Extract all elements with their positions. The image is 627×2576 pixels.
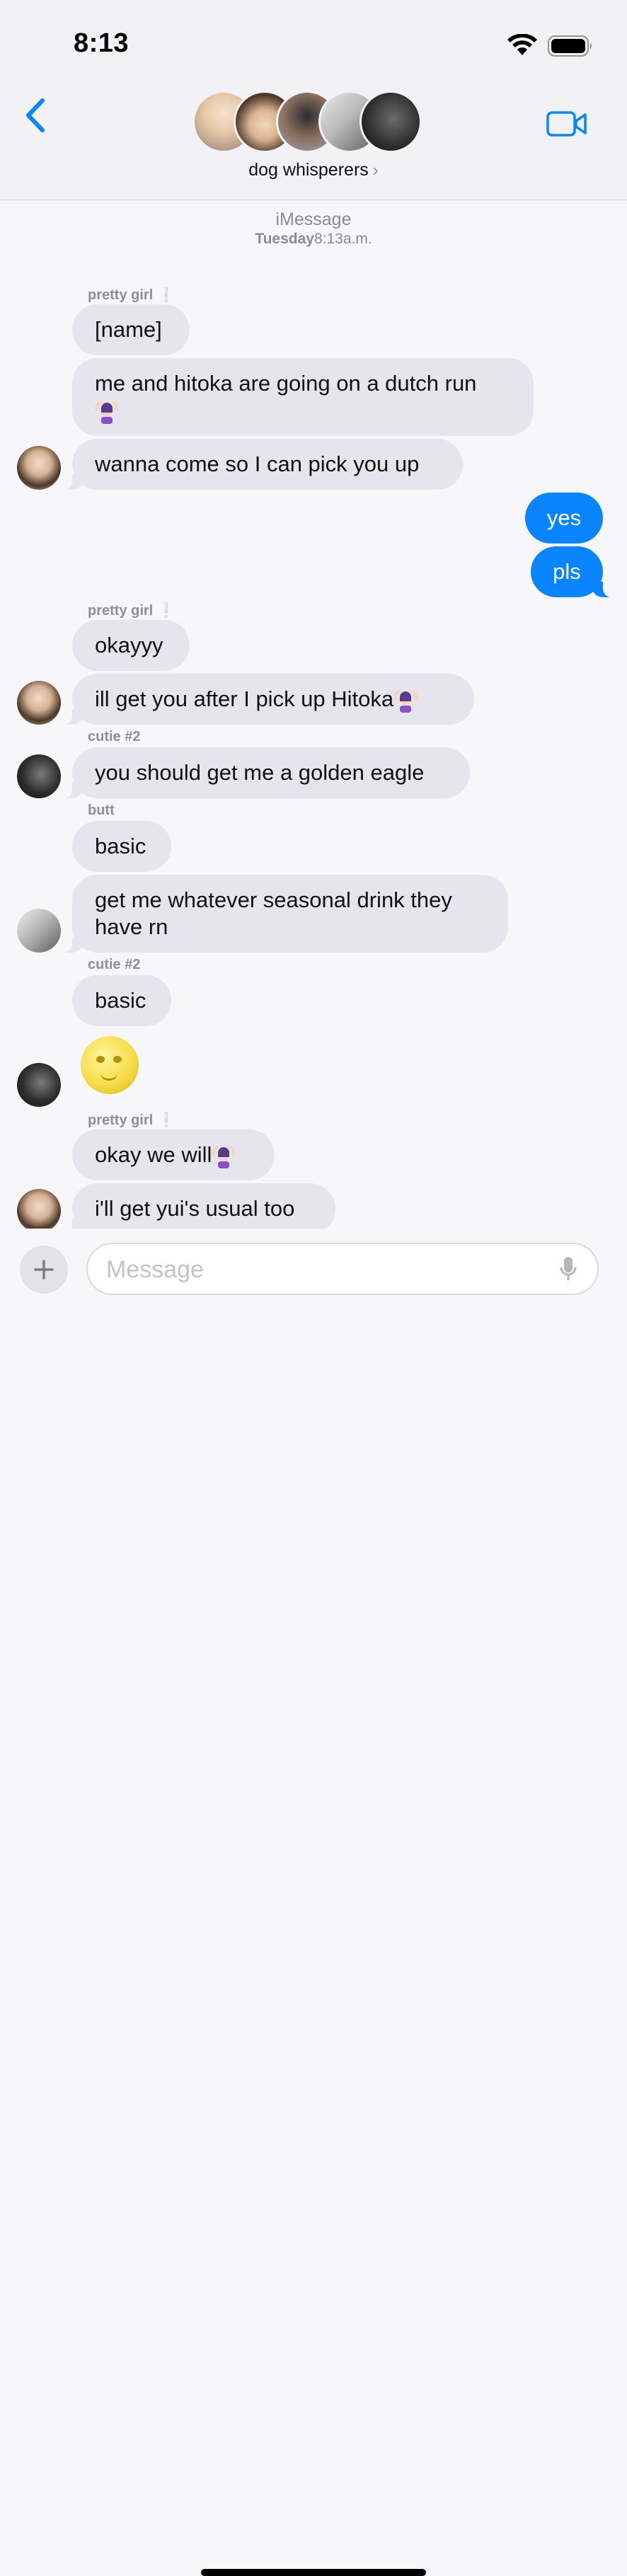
message-text: you should get me a golden eagle	[95, 760, 425, 785]
message-text: [name]	[95, 317, 162, 342]
group-avatars[interactable]	[192, 91, 433, 153]
woman-gesturing-ok-icon	[95, 401, 119, 424]
service-label: iMessage	[275, 209, 352, 229]
message-text: get me whatever seasonal drink they have…	[95, 887, 452, 939]
sender-name: cutie #2	[88, 729, 141, 744]
incoming-message[interactable]: basic	[72, 975, 171, 1026]
avatar[interactable]	[17, 1189, 61, 1233]
status-time: 8:13	[74, 28, 130, 58]
chevron-right-icon: ›	[372, 161, 379, 180]
message-text-content: okay we will	[95, 1142, 212, 1167]
message-text: yes	[546, 505, 582, 530]
video-camera-icon[interactable]	[546, 110, 587, 137]
message-text: basic	[95, 834, 146, 858]
incoming-message[interactable]: okay we will	[72, 1129, 275, 1180]
message-text-content: ill get you after I pick up Hitoka	[95, 686, 394, 711]
sender-name: pretty girl ❕	[88, 286, 175, 304]
incoming-message[interactable]: i'll get yui's usual too	[62, 1183, 335, 1234]
incoming-message[interactable]: okayyy	[72, 620, 190, 671]
incoming-message[interactable]: wanna come so I can pick you up	[62, 439, 463, 490]
full-moon-face-icon[interactable]	[81, 1036, 139, 1094]
message-text: me and hitoka are going on a dutch run	[95, 370, 476, 424]
sender-name: pretty girl ❕	[88, 1111, 175, 1129]
group-name-label: dog whisperers	[248, 160, 369, 180]
message-text: okay we will	[95, 1142, 236, 1168]
timestamp-day: Tuesday	[255, 231, 314, 247]
message-input[interactable]	[105, 1244, 532, 1295]
back-chevron-icon[interactable]	[21, 96, 50, 134]
message-text-content: me and hitoka are going on a dutch run	[95, 371, 477, 396]
sender-name: cutie #2	[88, 957, 141, 972]
message-text: wanna come so I can pick you up	[95, 452, 420, 476]
avatar[interactable]	[17, 754, 61, 798]
message-text: okayyy	[95, 633, 163, 657]
sender-name-text: pretty girl	[88, 1112, 154, 1128]
incoming-message[interactable]: basic	[72, 821, 171, 872]
avatar[interactable]	[17, 1063, 61, 1107]
timestamp-time: 8:13a.m.	[314, 231, 372, 247]
message-field[interactable]	[86, 1243, 599, 1295]
incoming-message[interactable]: get me whatever seasonal drink they have…	[62, 875, 508, 953]
home-indicator[interactable]	[201, 2569, 426, 2576]
exclamation-icon: ❕	[157, 287, 176, 303]
wifi-icon	[507, 34, 537, 55]
woman-gesturing-ok-icon	[212, 1145, 236, 1168]
microphone-icon[interactable]	[559, 1255, 577, 1282]
incoming-message[interactable]: ill get you after I pick up Hitoka	[62, 674, 474, 725]
group-name[interactable]: dog whisperers ›	[0, 160, 627, 180]
battery-icon	[548, 35, 592, 57]
compose-bar	[0, 1229, 627, 2576]
plus-icon	[34, 1260, 54, 1280]
message-text: ill get you after I pick up Hitoka	[95, 686, 418, 713]
incoming-message[interactable]: you should get me a golden eagle	[62, 747, 470, 798]
message-text: pls	[553, 559, 581, 584]
incoming-message[interactable]: me and hitoka are going on a dutch run	[72, 358, 534, 436]
service-timestamp: Tuesday8:13a.m.	[0, 231, 627, 248]
sender-name: butt	[88, 803, 115, 818]
message-text: i'll get yui's usual too	[95, 1196, 295, 1221]
woman-gesturing-ok-icon	[393, 689, 418, 713]
status-bar: 8:13	[0, 0, 627, 78]
message-text: basic	[95, 988, 146, 1013]
group-avatar-5	[359, 91, 422, 153]
sender-name-text: pretty girl	[88, 603, 154, 619]
sender-name: pretty girl ❕	[88, 602, 175, 619]
avatar[interactable]	[17, 446, 61, 490]
incoming-message[interactable]: [name]	[72, 304, 190, 355]
avatar[interactable]	[17, 681, 61, 725]
sender-name-text: pretty girl	[88, 287, 154, 303]
outgoing-message[interactable]: yes	[525, 493, 603, 544]
outgoing-message[interactable]: pls	[531, 546, 613, 597]
avatar[interactable]	[17, 909, 61, 953]
conversation-header: 8:13 dog whisperers ›	[0, 0, 627, 200]
exclamation-icon: ❕	[157, 1112, 176, 1128]
exclamation-icon: ❕	[157, 603, 176, 619]
add-attachment-button[interactable]	[20, 1246, 68, 1294]
